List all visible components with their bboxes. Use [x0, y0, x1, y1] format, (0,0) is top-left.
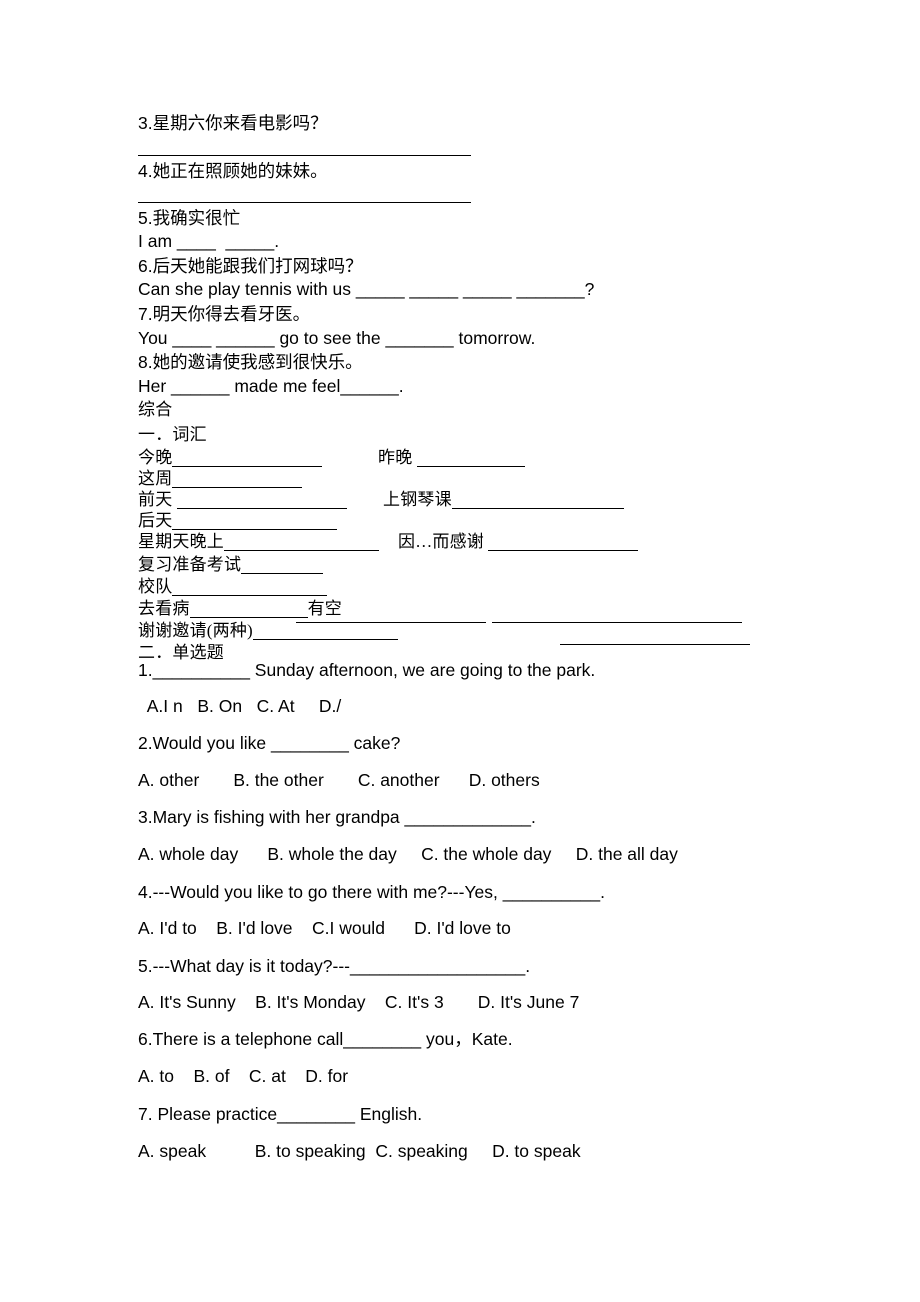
- mcq-options[interactable]: A. other B. the other C. another D. othe…: [138, 770, 540, 790]
- mcq-options[interactable]: A. I'd to B. I'd love C.I would D. I'd l…: [138, 918, 511, 938]
- vocab-blank[interactable]: [451, 492, 624, 509]
- worksheet-page: 3.星期六你来看电影吗？ 4.她正在照顾她的妹妹。 5.我确实很忙 I am _…: [0, 0, 920, 1302]
- translation-q7-prompt: 7.明天你得去看牙医。: [138, 304, 311, 324]
- vocab-blank[interactable]: [560, 644, 750, 645]
- vocab-row: 复习准备考试: [138, 555, 324, 574]
- vocab-label: 前天: [138, 490, 177, 509]
- vocabulary-heading: 一．词汇: [138, 425, 207, 444]
- vocab-blank[interactable]: [176, 492, 347, 509]
- vocab-blank[interactable]: [488, 534, 639, 551]
- vocab-blank[interactable]: [241, 557, 324, 574]
- mcq-stem: 5.---What day is it today?---___________…: [138, 956, 531, 976]
- translation-q5-answer[interactable]: I am ____ _____.: [138, 231, 279, 251]
- mcq-options[interactable]: A.I n B. On C. At D./: [138, 696, 342, 716]
- vocab-row: 谢谢邀请(两种): [138, 621, 398, 640]
- vocab-row: 前天: [138, 490, 347, 509]
- vocab-label: 复习准备考试: [138, 555, 242, 574]
- vocab-blank[interactable]: [492, 622, 742, 623]
- vocab-label: 有空: [307, 599, 343, 618]
- comprehensive-heading: 综合: [138, 400, 173, 419]
- vocab-blank[interactable]: [224, 534, 379, 551]
- vocab-row: 去看病 有空: [138, 599, 342, 618]
- translation-q8-prompt: 8.她的邀请使我感到很快乐。: [138, 352, 363, 372]
- mcq-options[interactable]: A. speak B. to speaking C. speaking D. t…: [138, 1141, 581, 1161]
- mcq-stem: 3.Mary is fishing with her grandpa _____…: [138, 807, 536, 827]
- vocab-label: 谢谢邀请(两种): [138, 621, 253, 640]
- vocab-row: 校队: [138, 577, 328, 596]
- mcq-options[interactable]: A. It's Sunny B. It's Monday C. It's 3 D…: [138, 992, 579, 1012]
- mcq-stem: 6.There is a telephone call________ you，…: [138, 1029, 513, 1049]
- vocab-label: 去看病: [138, 599, 190, 618]
- vocab-blank[interactable]: [172, 513, 338, 530]
- vocab-label: 今晚: [138, 448, 173, 467]
- translation-q8-answer[interactable]: Her ______ made me feel______.: [138, 376, 404, 396]
- translation-q5-prompt: 5.我确实很忙: [138, 208, 241, 228]
- vocab-label: 校队: [138, 577, 173, 596]
- mcq-stem: 7. Please practice________ English.: [138, 1104, 423, 1124]
- vocab-label: 星期天晚上: [138, 532, 224, 551]
- translation-q4-prompt: 4.她正在照顾她的妹妹。: [138, 161, 328, 181]
- vocab-blank[interactable]: [172, 450, 323, 467]
- vocab-blank[interactable]: [252, 623, 398, 640]
- mcq-stem: 2.Would you like ________ cake?: [138, 733, 401, 753]
- vocab-label: 这周: [138, 469, 173, 488]
- vocab-label: 因…而感谢: [398, 532, 489, 551]
- vocab-blank[interactable]: [172, 579, 328, 596]
- mcq-stem: 1.__________ Sunday afternoon, we are go…: [138, 660, 596, 680]
- translation-q6-answer[interactable]: Can she play tennis with us _____ _____ …: [138, 279, 594, 299]
- translation-q3-answer-line[interactable]: [138, 155, 471, 156]
- translation-q7-answer[interactable]: You ____ ______ go to see the _______ to…: [138, 328, 535, 348]
- mcq-options[interactable]: A. whole day B. whole the day C. the who…: [138, 844, 678, 864]
- vocab-row: 上钢琴课: [383, 490, 624, 509]
- vocab-label: 上钢琴课: [383, 490, 452, 509]
- vocab-blank[interactable]: [189, 601, 308, 618]
- vocab-label: 后天: [138, 511, 173, 530]
- translation-q4-answer-line[interactable]: [138, 202, 471, 203]
- mcq-options[interactable]: A. to B. of C. at D. for: [138, 1066, 348, 1086]
- vocab-row: 星期天晚上: [138, 532, 379, 551]
- vocab-row: 这周: [138, 469, 303, 488]
- vocab-row: 昨晚: [378, 448, 525, 467]
- vocab-label: 昨晚: [378, 448, 417, 467]
- mcq-stem: 4.---Would you like to go there with me?…: [138, 882, 605, 902]
- vocab-row: 因…而感谢: [398, 532, 639, 551]
- vocab-row: 后天: [138, 511, 338, 530]
- translation-q3-prompt: 3.星期六你来看电影吗？: [138, 113, 328, 133]
- vocab-row: 今晚: [138, 448, 323, 467]
- vocab-blank[interactable]: [416, 450, 525, 467]
- translation-q6-prompt: 6.后天她能跟我们打网球吗？: [138, 256, 363, 276]
- vocab-blank[interactable]: [172, 471, 303, 488]
